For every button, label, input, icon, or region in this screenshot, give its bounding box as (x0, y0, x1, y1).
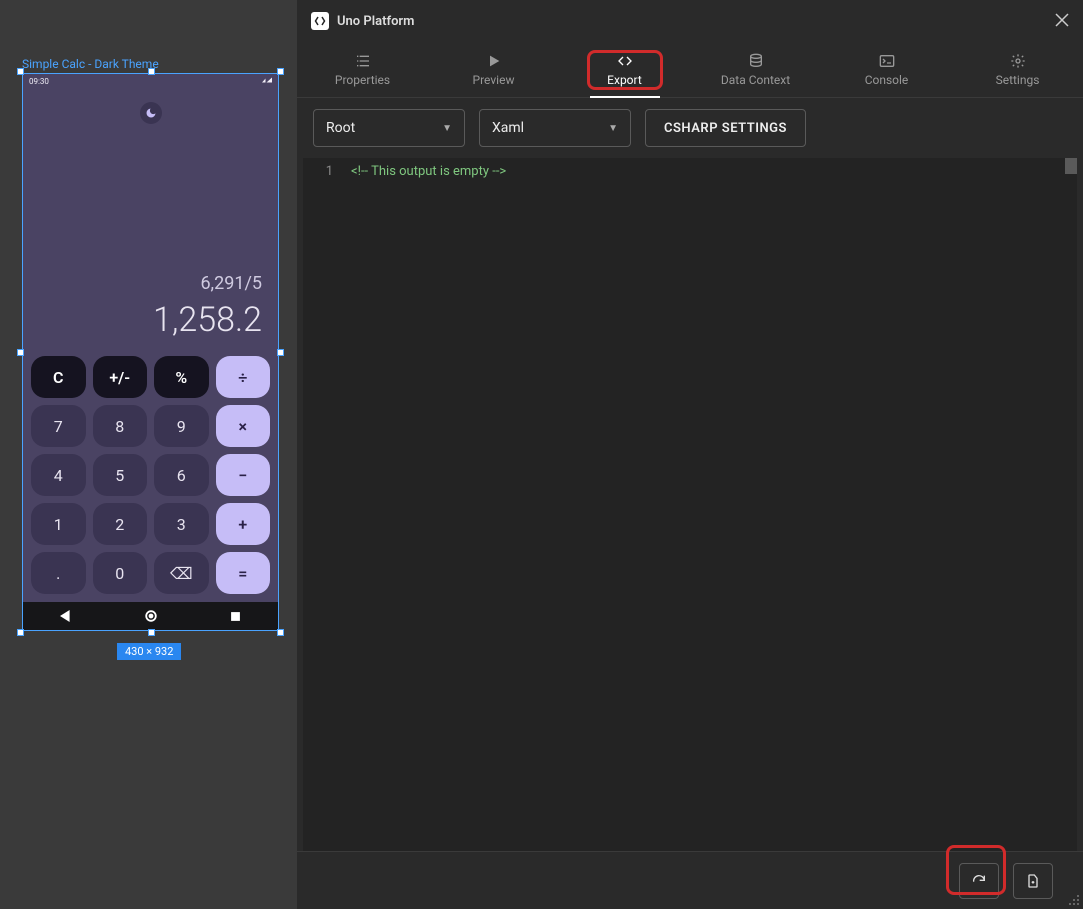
calc-key-+/-[interactable]: +/- (93, 356, 148, 398)
dropdown-value: Root (326, 120, 355, 136)
calc-key-3[interactable]: 3 (154, 503, 209, 545)
tab-label: Properties (335, 73, 390, 87)
calc-key-6[interactable]: 6 (154, 454, 209, 496)
tab-properties[interactable]: Properties (297, 42, 428, 97)
inspector-panel: Uno Platform Properties Preview Export D… (297, 0, 1083, 909)
calc-key-⌫[interactable]: ⌫ (154, 552, 209, 594)
tab-label: Export (607, 73, 642, 87)
calculator-app: 09:30 6,291/5 1,258.2 C+/-%÷ 789× 456− 123+… (23, 74, 278, 630)
export-toolbar: Root ▼ Xaml ▼ CSHARP SETTINGS (297, 98, 1083, 158)
calc-key-.[interactable]: . (31, 552, 86, 594)
statusbar-time: 09:30 (29, 77, 49, 86)
copy-file-button[interactable] (1013, 863, 1053, 899)
line-number: 1 (303, 164, 333, 179)
calculator-display: 6,291/5 1,258.2 (23, 130, 278, 350)
tab-console[interactable]: Console (821, 42, 952, 97)
root-scope-dropdown[interactable]: Root ▼ (313, 109, 465, 147)
device-frame[interactable]: 09:30 6,291/5 1,258.2 C+/-%÷ 789× 456− 123+… (22, 73, 279, 631)
panel-title: Uno Platform (337, 14, 414, 29)
refresh-button[interactable] (959, 863, 999, 899)
tab-label: Settings (996, 73, 1040, 87)
calc-key-%[interactable]: % (154, 356, 209, 398)
status-bar: 09:30 (23, 74, 278, 88)
panel-footer (297, 851, 1083, 909)
csharp-settings-button[interactable]: CSHARP SETTINGS (645, 109, 806, 147)
statusbar-icons (262, 76, 272, 86)
tab-export[interactable]: Export (559, 42, 690, 97)
theme-toggle-button[interactable] (140, 102, 162, 124)
button-label: CSHARP SETTINGS (664, 121, 787, 136)
calc-key-9[interactable]: 9 (154, 405, 209, 447)
calc-key-1[interactable]: 1 (31, 503, 86, 545)
code-line: <!-- This output is empty --> (351, 164, 506, 179)
calc-key-4[interactable]: 4 (31, 454, 86, 496)
theme-toggle-row (23, 88, 278, 130)
design-canvas[interactable]: Simple Calc - Dark Theme 09:30 6,291/5 1… (0, 0, 297, 909)
calc-key-C[interactable]: C (31, 356, 86, 398)
nav-home-icon[interactable] (145, 610, 157, 622)
android-navbar (23, 602, 278, 630)
nav-recent-icon[interactable] (230, 611, 241, 622)
calc-key-+[interactable]: + (216, 503, 271, 545)
frame-name-label[interactable]: Simple Calc - Dark Theme (22, 57, 159, 71)
tab-settings[interactable]: Settings (952, 42, 1083, 97)
calc-key-−[interactable]: − (216, 454, 271, 496)
calc-key-×[interactable]: × (216, 405, 271, 447)
line-gutter: 1 (303, 158, 343, 851)
uno-logo-icon (311, 12, 329, 30)
calc-key-8[interactable]: 8 (93, 405, 148, 447)
calc-expression: 6,291/5 (200, 273, 262, 294)
tab-label: Console (865, 73, 909, 87)
tab-datacontext[interactable]: Data Context (690, 42, 821, 97)
calculator-keypad: C+/-%÷ 789× 456− 123+.0⌫= (23, 350, 278, 602)
nav-back-icon[interactable] (60, 610, 72, 622)
calc-key-7[interactable]: 7 (31, 405, 86, 447)
calc-result: 1,258.2 (153, 300, 262, 340)
code-content: <!-- This output is empty --> (343, 158, 506, 851)
calc-key-0[interactable]: 0 (93, 552, 148, 594)
frame-size-badge: 430 × 932 (117, 643, 181, 660)
code-editor[interactable]: 1 <!-- This output is empty --> (303, 158, 1077, 851)
calc-key-=[interactable]: = (216, 552, 271, 594)
chevron-down-icon: ▼ (608, 123, 618, 134)
resize-grip[interactable] (1065, 891, 1079, 905)
tab-label: Preview (473, 73, 515, 87)
calc-key-5[interactable]: 5 (93, 454, 148, 496)
chevron-down-icon: ▼ (442, 123, 452, 134)
language-dropdown[interactable]: Xaml ▼ (479, 109, 631, 147)
calc-key-2[interactable]: 2 (93, 503, 148, 545)
panel-header: Uno Platform (297, 0, 1083, 42)
calc-key-÷[interactable]: ÷ (216, 356, 271, 398)
tab-label: Data Context (721, 73, 790, 87)
tab-bar: Properties Preview Export Data Context C… (297, 42, 1083, 98)
tab-preview[interactable]: Preview (428, 42, 559, 97)
scrollbar-thumb[interactable] (1065, 158, 1077, 174)
close-button[interactable] (1055, 11, 1069, 32)
dropdown-value: Xaml (492, 120, 524, 136)
